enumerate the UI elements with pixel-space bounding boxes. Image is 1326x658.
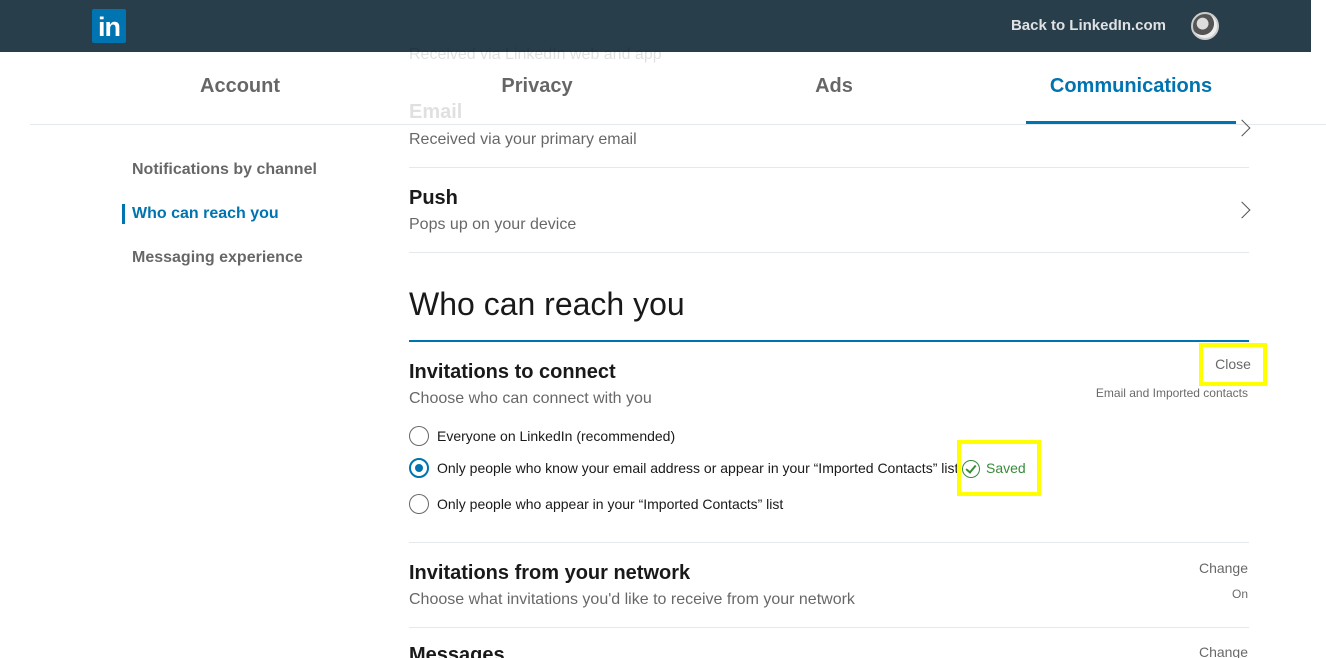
sidebar-item-who-can-reach-you[interactable]: Who can reach you [132, 205, 279, 223]
linkedin-logo-icon[interactable]: in [92, 9, 126, 43]
current-setting-value: Email and Imported contacts [1095, 386, 1248, 400]
divider [409, 542, 1249, 543]
section-underline [409, 340, 1249, 342]
tab-ads[interactable]: Ads [729, 52, 939, 124]
saved-status: Saved [986, 460, 1026, 476]
invitations-from-network-title: Invitations from your network [409, 562, 691, 584]
radio-label-imported-only[interactable]: Only people who appear in your “Imported… [437, 496, 783, 512]
network-status-value: On [1231, 587, 1248, 601]
tab-privacy[interactable]: Privacy [432, 52, 642, 124]
invitations-from-network-subtitle: Choose what invitations you'd like to re… [409, 591, 855, 608]
radio-label-email-or-imported[interactable]: Only people who know your email address … [437, 460, 958, 476]
chevron-right-icon[interactable] [1233, 201, 1251, 219]
network-change-link[interactable]: Change [1199, 560, 1248, 576]
email-channel-title: Email [409, 101, 463, 123]
tabs-divider [30, 124, 1326, 125]
radio-email-or-imported[interactable] [409, 458, 429, 478]
sidebar-active-marker [122, 204, 125, 224]
section-title: Who can reach you [409, 286, 685, 322]
invitations-to-connect-title: Invitations to connect [409, 361, 616, 383]
push-channel-title[interactable]: Push [409, 187, 458, 210]
divider [409, 252, 1249, 253]
divider [409, 627, 1249, 628]
push-channel-subtitle: Pops up on your device [409, 216, 577, 233]
radio-everyone[interactable] [409, 426, 429, 446]
messages-title: Messages [409, 644, 505, 658]
check-circle-icon [962, 460, 980, 478]
close-button[interactable]: Close [1199, 343, 1267, 386]
sidebar-item-messaging-experience[interactable]: Messaging experience [132, 249, 303, 267]
tab-account[interactable]: Account [135, 52, 345, 124]
sidebar-item-notifications-by-channel[interactable]: Notifications by channel [132, 161, 317, 179]
radio-label-everyone[interactable]: Everyone on LinkedIn (recommended) [437, 428, 675, 444]
divider [409, 167, 1249, 168]
messages-change-link[interactable]: Change [1199, 644, 1248, 658]
email-channel-subtitle: Received via your primary email [409, 131, 637, 148]
radio-imported-only[interactable] [409, 494, 429, 514]
chevron-right-icon[interactable] [1233, 119, 1251, 137]
avatar[interactable] [1191, 12, 1219, 40]
top-nav-bar: in Back to LinkedIn.com [0, 0, 1311, 52]
invitations-to-connect-subtitle: Choose who can connect with you [409, 390, 652, 407]
back-to-linkedin-link[interactable]: Back to LinkedIn.com [1011, 17, 1166, 34]
tab-communications[interactable]: Communications [1026, 52, 1236, 124]
